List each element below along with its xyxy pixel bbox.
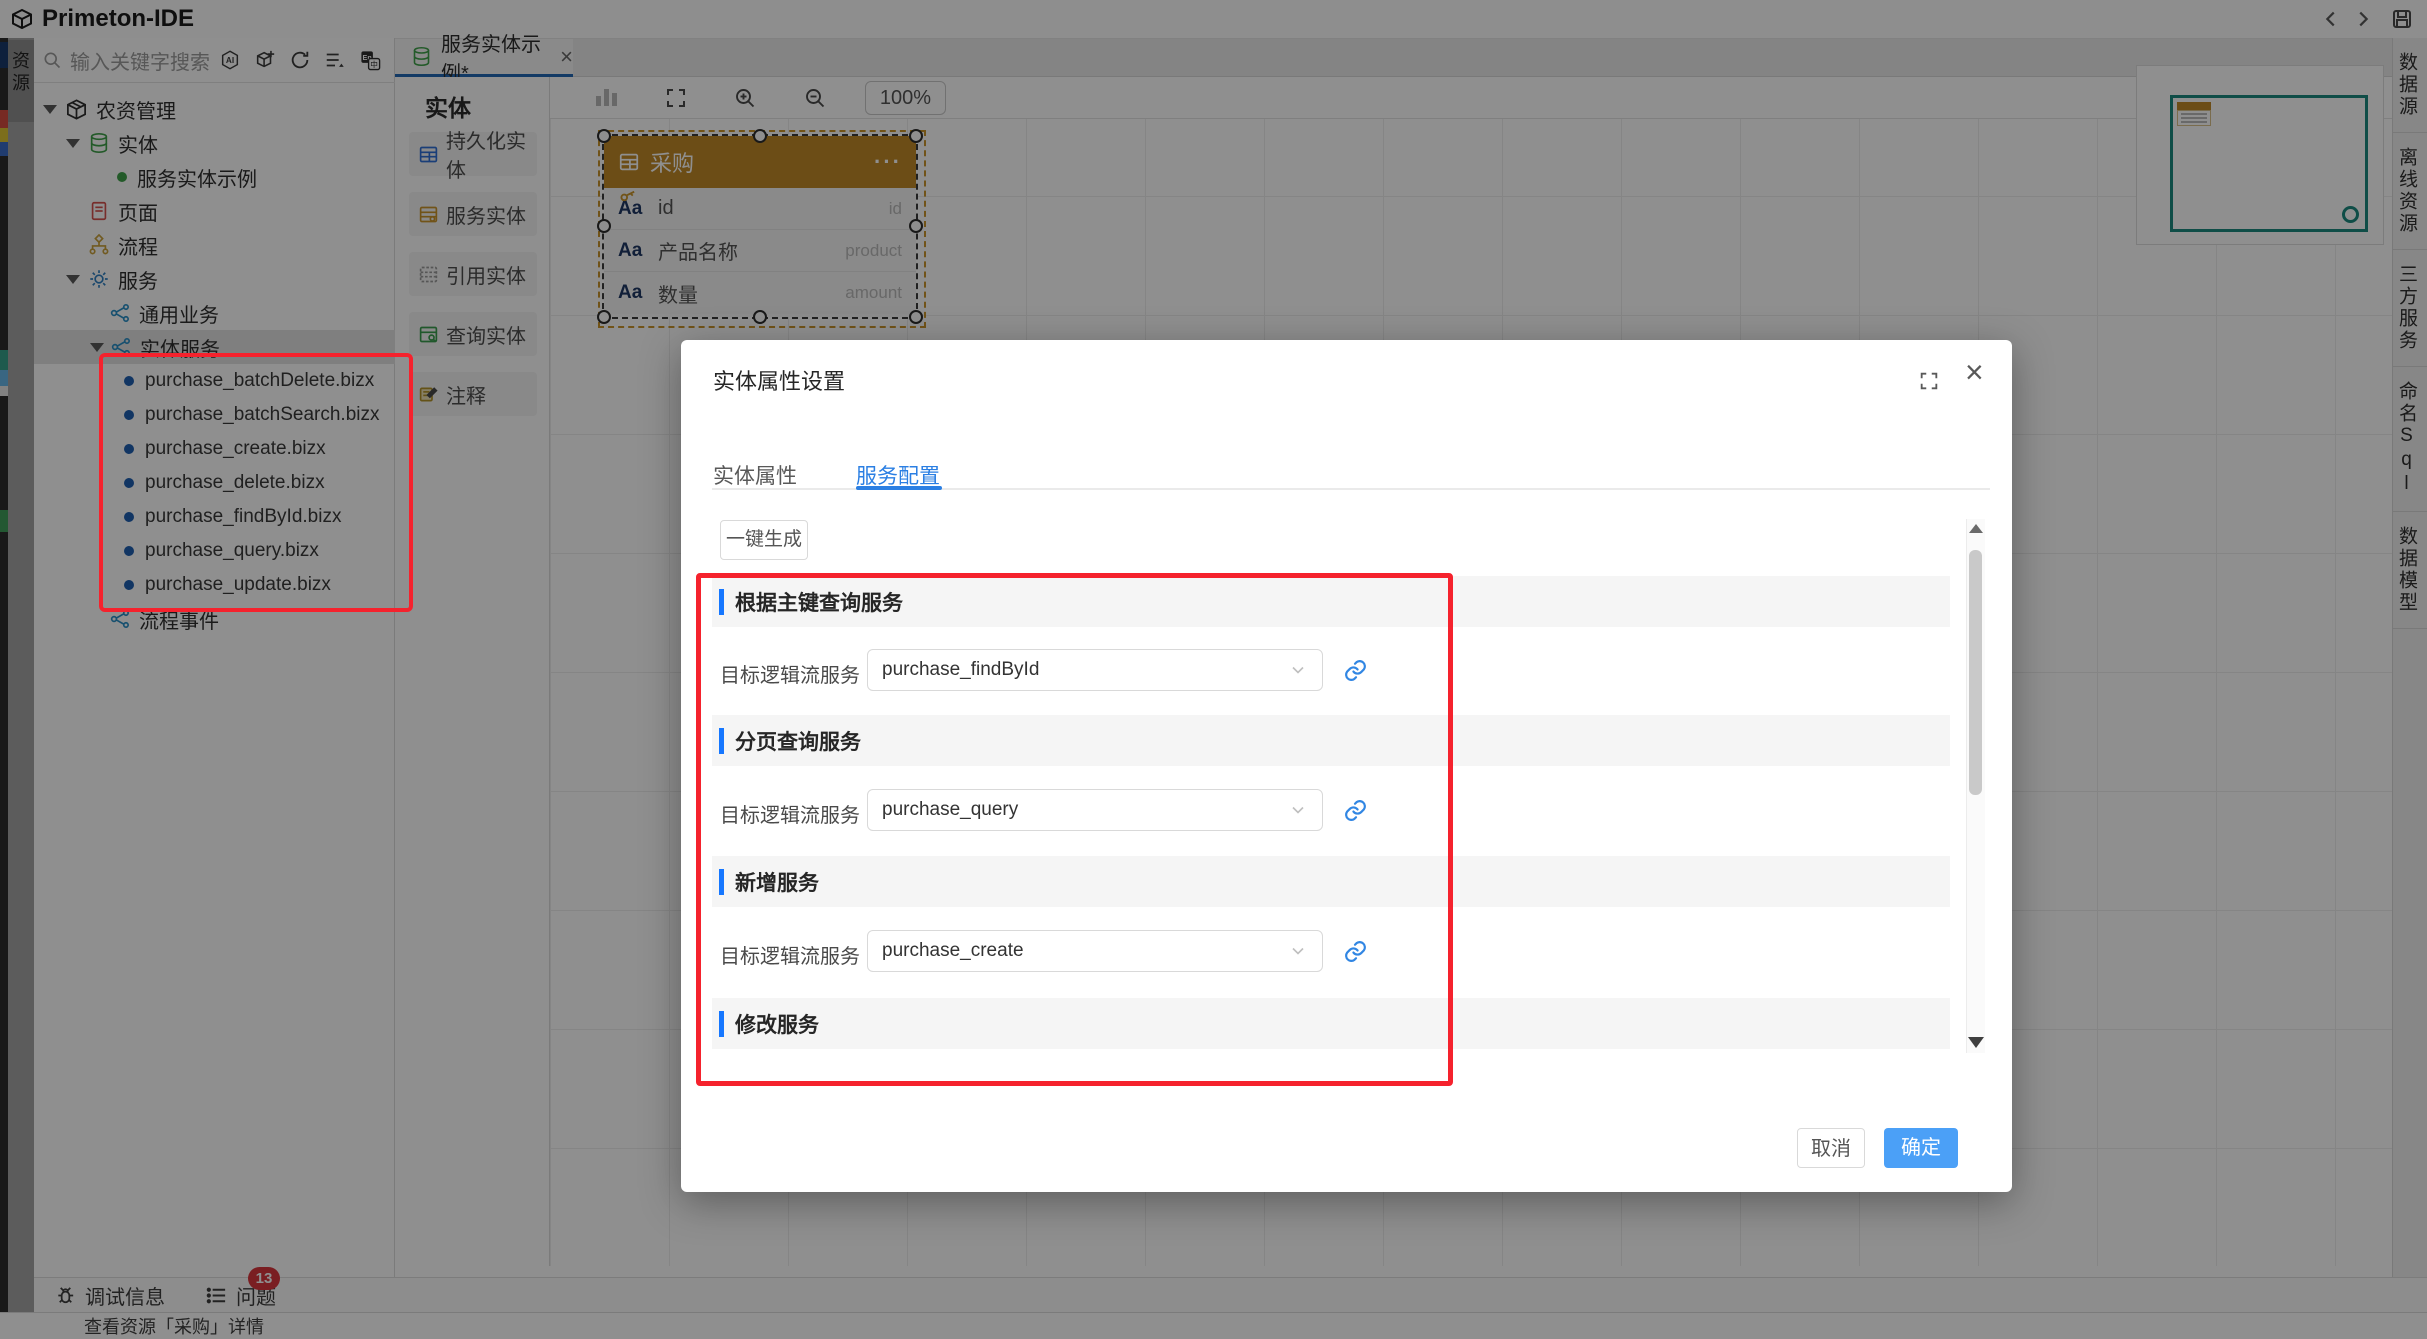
tab-entity-properties[interactable]: 实体属性 [713, 460, 797, 490]
scrollbar-thumb[interactable] [1969, 550, 1982, 795]
active-tab-underline [856, 486, 942, 490]
maximize-dialog-icon[interactable] [1918, 370, 1940, 392]
one-click-generate-button[interactable]: 一键生成 [720, 520, 808, 560]
close-dialog-icon[interactable]: × [1965, 356, 1984, 388]
annotation-box-service-config [696, 573, 1453, 1086]
primeton-ide-window: Primeton-IDE 资源 输入关键字搜索 AI [0, 0, 2427, 1339]
dialog-scrollbar[interactable] [1966, 519, 1985, 1053]
confirm-button[interactable]: 确定 [1884, 1128, 1958, 1168]
scroll-down-icon[interactable] [1968, 1037, 1984, 1048]
scroll-up-icon[interactable] [1969, 524, 1983, 533]
dialog-title: 实体属性设置 [713, 364, 845, 396]
annotation-box-file-list [99, 353, 413, 612]
cancel-button[interactable]: 取消 [1797, 1128, 1865, 1168]
